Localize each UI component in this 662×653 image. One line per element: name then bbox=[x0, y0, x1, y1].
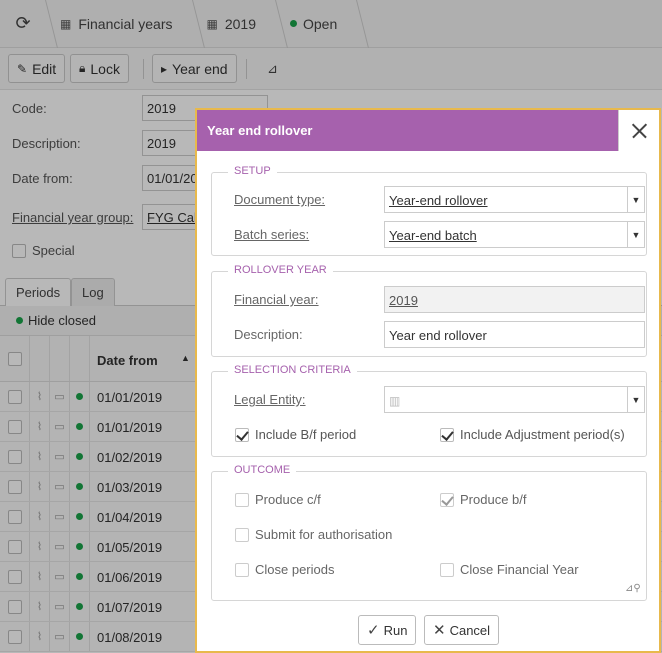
chevron-down-icon[interactable]: ▼ bbox=[627, 387, 644, 412]
chevron-down-icon[interactable]: ▼ bbox=[627, 222, 644, 247]
building-icon: ▥ bbox=[389, 394, 401, 408]
close-icon[interactable] bbox=[618, 110, 659, 151]
document-type-select[interactable]: Year-end rollover ▼ bbox=[384, 186, 645, 213]
close-periods-option[interactable]: Close periods bbox=[235, 562, 335, 577]
include-bf-period-checkbox[interactable] bbox=[235, 427, 249, 442]
rollover-year-section: ROLLOVER YEAR Financial year: 2019 Descr… bbox=[211, 264, 647, 357]
dialog-header: Year end rollover bbox=[197, 110, 659, 151]
zoom-icon[interactable]: ⊿⚲ bbox=[625, 583, 641, 594]
description-label: Description: bbox=[234, 327, 303, 342]
document-type-value: Year-end rollover bbox=[389, 193, 488, 208]
produce-cf-label: Produce c/f bbox=[255, 492, 321, 507]
section-title: OUTCOME bbox=[228, 464, 297, 476]
run-button[interactable]: ✓ Run bbox=[358, 615, 417, 645]
cancel-button[interactable]: ✕ Cancel bbox=[424, 615, 500, 645]
close-icon: ✕ bbox=[433, 622, 446, 639]
produce-bf-option[interactable]: Produce b/f bbox=[440, 492, 527, 507]
close-financial-year-option[interactable]: Close Financial Year bbox=[440, 562, 579, 577]
include-adjustment-label: Include Adjustment period(s) bbox=[460, 427, 625, 442]
include-bf-period-label: Include B/f period bbox=[255, 427, 357, 442]
legal-entity-select[interactable]: ▥ ▼ bbox=[384, 386, 645, 413]
section-title: SELECTION CRITERIA bbox=[228, 364, 357, 376]
close-financial-year-checkbox[interactable] bbox=[440, 562, 454, 577]
batch-series-value: Year-end batch bbox=[389, 228, 477, 243]
check-icon: ✓ bbox=[367, 622, 380, 639]
chevron-down-icon[interactable]: ▼ bbox=[627, 187, 644, 212]
description-input[interactable]: Year end rollover bbox=[384, 321, 645, 348]
submit-authorisation-option[interactable]: Submit for authorisation bbox=[235, 527, 392, 542]
produce-bf-checkbox[interactable] bbox=[440, 492, 454, 507]
run-label: Run bbox=[383, 622, 408, 638]
dialog-title: Year end rollover bbox=[207, 123, 313, 138]
setup-section: SETUP Document type: Year-end rollover ▼… bbox=[211, 165, 647, 256]
close-periods-checkbox[interactable] bbox=[235, 562, 249, 577]
batch-series-label[interactable]: Batch series: bbox=[234, 227, 309, 242]
dialog-footer: ✓ Run ✕ Cancel bbox=[197, 605, 659, 653]
submit-authorisation-label: Submit for authorisation bbox=[255, 527, 393, 542]
produce-bf-label: Produce b/f bbox=[460, 492, 527, 507]
financial-year-label[interactable]: Financial year: bbox=[234, 292, 319, 307]
section-title: SETUP bbox=[228, 165, 277, 177]
include-bf-period-option[interactable]: Include B/f period bbox=[235, 427, 356, 442]
cancel-label: Cancel bbox=[449, 622, 491, 638]
submit-authorisation-checkbox[interactable] bbox=[235, 527, 249, 542]
financial-year-field: 2019 bbox=[384, 286, 645, 313]
legal-entity-label[interactable]: Legal Entity: bbox=[234, 392, 306, 407]
document-type-label[interactable]: Document type: bbox=[234, 192, 325, 207]
produce-cf-option[interactable]: Produce c/f bbox=[235, 492, 321, 507]
outcome-section: OUTCOME Produce c/f Produce b/f Submit f… bbox=[211, 464, 647, 601]
selection-criteria-section: SELECTION CRITERIA Legal Entity: ▥ ▼ Inc… bbox=[211, 364, 647, 457]
batch-series-select[interactable]: Year-end batch ▼ bbox=[384, 221, 645, 248]
section-title: ROLLOVER YEAR bbox=[228, 264, 333, 276]
close-periods-label: Close periods bbox=[255, 562, 335, 577]
year-end-rollover-dialog: Year end rollover SETUP Document type: Y… bbox=[195, 108, 661, 653]
close-financial-year-label: Close Financial Year bbox=[460, 562, 579, 577]
produce-cf-checkbox[interactable] bbox=[235, 492, 249, 507]
include-adjustment-checkbox[interactable] bbox=[440, 427, 454, 442]
include-adjustment-option[interactable]: Include Adjustment period(s) bbox=[440, 427, 625, 442]
